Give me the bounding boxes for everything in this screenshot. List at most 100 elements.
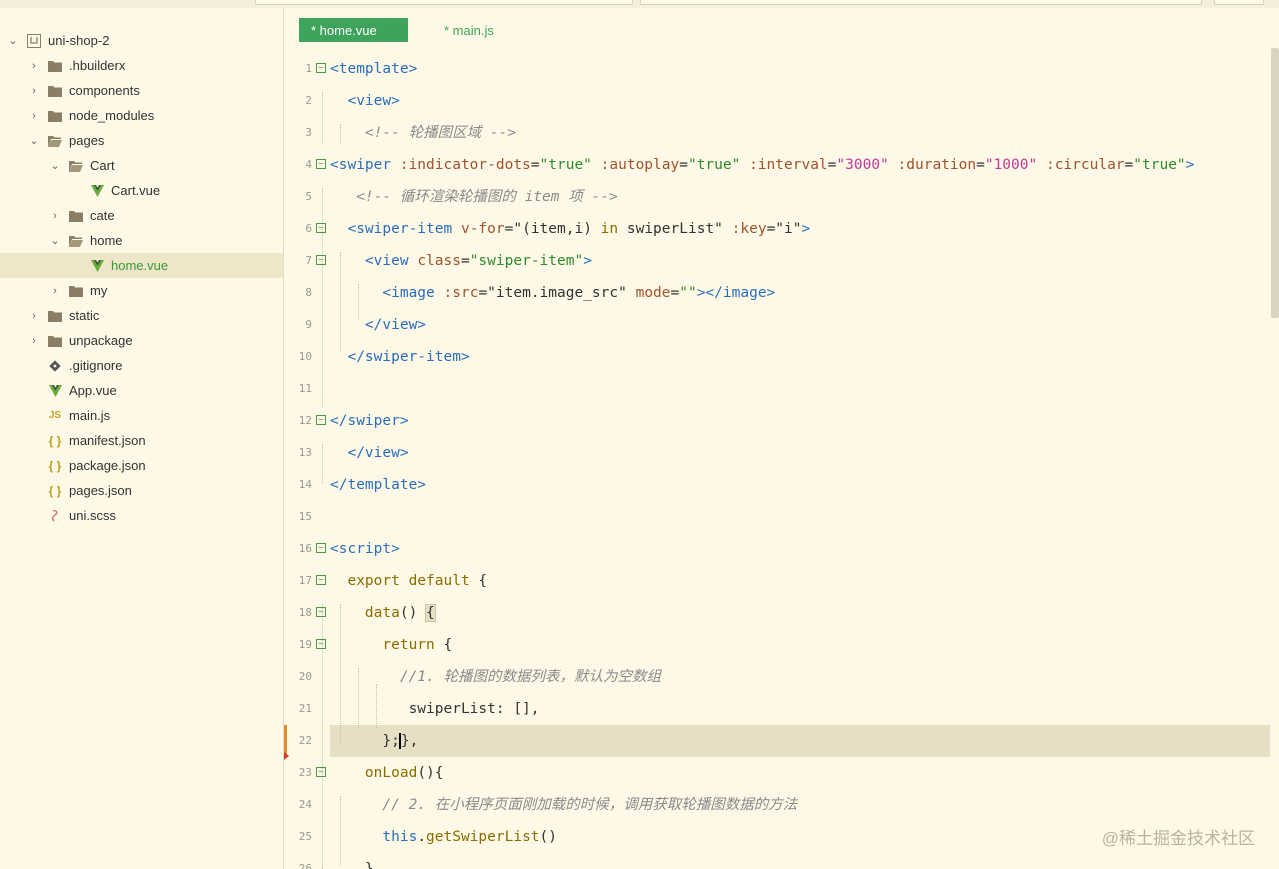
chevron-right-icon[interactable]: › xyxy=(27,310,41,322)
code-line[interactable]: 17− export default { xyxy=(284,565,1279,597)
chevron-right-icon[interactable]: › xyxy=(27,60,41,72)
tree-item[interactable]: › components xyxy=(0,78,283,103)
code-editor[interactable]: * home.vue * main.js 1− <template> 2 <view… xyxy=(284,8,1279,869)
project-explorer: ⌄ uni-shop-2 › .hbuilderx › components › node_m… xyxy=(0,8,284,869)
code-line[interactable]: 4− <swiper :indicator-dots="true" :autopl… xyxy=(284,149,1279,181)
tree-item[interactable]: ⌄ uni-shop-2 xyxy=(0,28,283,53)
tree-item-label: home.vue xyxy=(111,258,169,273)
code-line[interactable]: 5 <!-- 循环渲染轮播图的 item 项 --> xyxy=(284,181,1279,213)
code-line[interactable]: 15 xyxy=(284,501,1279,533)
tree-item[interactable]: › unpackage xyxy=(0,328,283,353)
tab-main-js[interactable]: * main.js xyxy=(444,18,494,42)
code-text: swiperList: [], xyxy=(330,701,540,717)
fold-toggle-icon[interactable]: − xyxy=(316,415,326,425)
code-line[interactable]: 16− <script> xyxy=(284,533,1279,565)
tree-item[interactable]: › my xyxy=(0,278,283,303)
code-line[interactable]: 13 </view> xyxy=(284,437,1279,469)
fold-toggle-icon[interactable]: − xyxy=(316,639,326,649)
tree-item[interactable]: ⌄ Cart xyxy=(0,153,283,178)
code-text: } xyxy=(330,861,374,869)
line-number: 1 xyxy=(305,62,312,75)
folder-open-icon xyxy=(68,233,84,249)
chevron-down-icon[interactable]: ⌄ xyxy=(48,234,62,247)
folder-icon xyxy=(47,333,63,349)
code-line[interactable]: 18− data() { xyxy=(284,597,1279,629)
code-line[interactable]: 21 swiperList: [], xyxy=(284,693,1279,725)
fold-toggle-icon[interactable]: − xyxy=(316,575,326,585)
tree-item[interactable]: { } package.json xyxy=(0,453,283,478)
tree-item-label: components xyxy=(69,83,140,98)
line-number: 22 xyxy=(298,734,312,747)
tree-item[interactable]: ⌄ pages xyxy=(0,128,283,153)
code-line[interactable]: 24 // 2. 在小程序页面刚加载的时候，调用获取轮播图数据的方法 xyxy=(284,789,1279,821)
code-text: </swiper-item> xyxy=(347,349,470,365)
chevron-right-icon[interactable]: › xyxy=(48,285,62,297)
fold-toggle-icon[interactable]: − xyxy=(316,543,326,553)
tree-item[interactable]: ⌄ home xyxy=(0,228,283,253)
fold-toggle-icon[interactable]: − xyxy=(316,767,326,777)
json-file-icon: { } xyxy=(48,483,62,498)
tree-item-label: node_modules xyxy=(69,108,155,123)
line-number: 15 xyxy=(298,510,312,523)
folder-open-icon xyxy=(68,158,84,174)
chevron-right-icon[interactable]: › xyxy=(27,110,41,122)
code-line[interactable]: 9 </view> xyxy=(284,309,1279,341)
code-line[interactable]: 3 <!-- 轮播图区域 --> xyxy=(284,117,1279,149)
fold-toggle-icon[interactable]: − xyxy=(316,159,326,169)
code-line[interactable]: 1− <template> xyxy=(284,53,1279,85)
chevron-down-icon[interactable]: ⌄ xyxy=(27,134,41,147)
toolbar-field-3[interactable] xyxy=(1214,0,1264,5)
vue-file-icon xyxy=(47,383,63,399)
line-number: 10 xyxy=(298,350,312,363)
code-line[interactable]: 6− <swiper-item v-for="(item,i) in swipe… xyxy=(284,213,1279,245)
code-line[interactable]: 10 </swiper-item> xyxy=(284,341,1279,373)
code-text: </view> xyxy=(364,317,427,333)
code-line[interactable]: 7− <view class="swiper-item"> xyxy=(284,245,1279,277)
chevron-right-icon[interactable]: › xyxy=(27,85,41,97)
toolbar-field-2[interactable] xyxy=(640,0,1202,5)
tree-item[interactable]: › node_modules xyxy=(0,103,283,128)
tree-item[interactable]: › cate xyxy=(0,203,283,228)
chevron-down-icon[interactable]: ⌄ xyxy=(6,34,20,47)
tree-item[interactable]: Cart.vue xyxy=(0,178,283,203)
tree-item-label: static xyxy=(69,308,100,323)
tree-item[interactable]: JS main.js xyxy=(0,403,283,428)
chevron-right-icon[interactable]: › xyxy=(27,335,41,347)
fold-toggle-icon[interactable]: − xyxy=(316,607,326,617)
fold-toggle-icon[interactable]: − xyxy=(316,63,326,73)
chevron-right-icon[interactable]: › xyxy=(48,210,62,222)
code-line[interactable]: 11 xyxy=(284,373,1279,405)
tree-item[interactable]: .gitignore xyxy=(0,353,283,378)
chevron-down-icon[interactable]: ⌄ xyxy=(48,159,62,172)
code-line[interactable]: 26 } xyxy=(284,853,1279,869)
tree-item-label: manifest.json xyxy=(69,433,146,448)
code-text: <swiper-item v-for="(item,i) in swiperLi… xyxy=(347,221,811,237)
code-line[interactable]: 14 </template> xyxy=(284,469,1279,501)
tree-item[interactable]: App.vue xyxy=(0,378,283,403)
tree-item[interactable]: › static xyxy=(0,303,283,328)
code-line[interactable]: 8 <image :src="item.image_src" mode=""><… xyxy=(284,277,1279,309)
tab-home-vue[interactable]: * home.vue xyxy=(299,18,408,42)
code-line[interactable]: 12− </swiper> xyxy=(284,405,1279,437)
fold-toggle-icon[interactable]: − xyxy=(316,223,326,233)
git-icon xyxy=(47,358,63,374)
line-number: 25 xyxy=(298,830,312,843)
tree-item[interactable]: home.vue xyxy=(0,253,283,278)
tree-item[interactable]: { } manifest.json xyxy=(0,428,283,453)
tree-item-label: .gitignore xyxy=(69,358,123,373)
editor-tabbar: * home.vue * main.js xyxy=(284,8,1279,52)
code-line[interactable]: 22 };}, xyxy=(284,725,1279,757)
tree-item-label: Cart.vue xyxy=(111,183,161,198)
code-line[interactable]: 20 //1. 轮播图的数据列表，默认为空数组 xyxy=(284,661,1279,693)
tree-item[interactable]: { } pages.json xyxy=(0,478,283,503)
code-line[interactable]: 19− return { xyxy=(284,629,1279,661)
fold-toggle-icon[interactable]: − xyxy=(316,255,326,265)
tree-item-label: my xyxy=(90,283,108,298)
code-text: </view> xyxy=(347,445,409,461)
code-line[interactable]: 23− onLoad(){ xyxy=(284,757,1279,789)
line-number: 7 xyxy=(305,254,312,267)
code-line[interactable]: 2 <view> xyxy=(284,85,1279,117)
tree-item[interactable]: › .hbuilderx xyxy=(0,53,283,78)
toolbar-field-1[interactable] xyxy=(255,0,633,5)
tree-item[interactable]: uni.scss xyxy=(0,503,283,528)
